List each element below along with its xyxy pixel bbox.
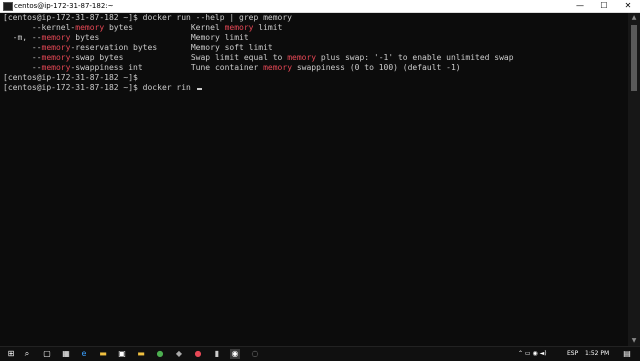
match-highlight: memory xyxy=(41,33,71,42)
option-description: plus swap: '-1' to enable unlimited swap xyxy=(316,53,514,62)
app-icon[interactable]: ◌ xyxy=(250,349,260,359)
vertical-scrollbar[interactable]: ▲ ▼ xyxy=(628,13,640,346)
option-text: -- xyxy=(3,53,42,62)
edge-icon[interactable]: e xyxy=(79,349,89,359)
file-explorer-icon[interactable]: ▬ xyxy=(98,349,108,359)
notification-icon[interactable]: ▤ xyxy=(622,349,632,359)
option-text: -reservation bytes xyxy=(70,43,191,52)
match-highlight: memory xyxy=(75,23,105,32)
terminal-line-option: --memory-swappiness int Tune container m… xyxy=(3,63,461,73)
command-input: [centos@ip-172-31-87-182 ~]$ docker rin xyxy=(3,83,196,92)
scroll-up-arrow-icon[interactable]: ▲ xyxy=(628,13,640,23)
minimize-button[interactable]: — xyxy=(568,0,592,12)
option-description: Memory limit xyxy=(190,33,249,42)
option-text: -- xyxy=(3,63,42,72)
option-text: bytes xyxy=(70,33,191,42)
text-cursor xyxy=(196,88,202,90)
language-indicator[interactable]: ESP xyxy=(567,347,578,361)
tray-icons[interactable]: ⌃ ▭ ◉ ◄) xyxy=(518,347,547,361)
windows-start-icon[interactable]: ⊞ xyxy=(6,349,16,359)
terminal-line-prompt: [centos@ip-172-31-87-182 ~]$ xyxy=(3,73,138,82)
terminal-line-input[interactable]: [centos@ip-172-31-87-182 ~]$ docker rin xyxy=(3,83,202,93)
option-description: Swap limit equal to xyxy=(190,53,288,62)
option-description: limit xyxy=(253,23,283,32)
terminal-line-option: -m, --memory bytes Memory limit xyxy=(3,33,249,43)
task-view-icon[interactable]: ▢ xyxy=(42,349,52,359)
option-description: Kernel xyxy=(190,23,225,32)
terminal-app-icon xyxy=(3,2,13,11)
maximize-button[interactable]: ☐ xyxy=(592,0,616,12)
option-text: --kernel- xyxy=(3,23,76,32)
search-icon[interactable]: ⌕ xyxy=(22,349,32,359)
scroll-down-arrow-icon[interactable]: ▼ xyxy=(628,336,640,346)
folder-icon[interactable]: ▬ xyxy=(136,349,146,359)
option-text: -- xyxy=(3,43,42,52)
option-description: Tune container xyxy=(190,63,264,72)
option-text: bytes xyxy=(104,23,191,32)
vm-icon[interactable]: ▮ xyxy=(212,349,222,359)
chrome-icon[interactable]: ● xyxy=(155,349,165,359)
window-title: centos@ip-172-31-87-182:~ xyxy=(14,2,114,10)
option-description: Memory soft limit xyxy=(190,43,273,52)
match-highlight: memory xyxy=(41,53,71,62)
terminal-line-option: --kernel-memory bytes Kernel memory limi… xyxy=(3,23,283,33)
clock[interactable]: 1:52 PM xyxy=(585,347,609,361)
media-icon[interactable]: ◆ xyxy=(174,349,184,359)
match-highlight: memory xyxy=(263,63,293,72)
option-description: swappiness (0 to 100) (default -1) xyxy=(292,63,461,72)
terminal-line-command: [centos@ip-172-31-87-182 ~]$ docker run … xyxy=(3,13,292,22)
scroll-thumb[interactable] xyxy=(631,25,637,91)
match-highlight: memory xyxy=(287,53,317,62)
terminal-area[interactable]: [centos@ip-172-31-87-182 ~]$ docker run … xyxy=(0,13,628,346)
store-icon[interactable]: ▣ xyxy=(117,349,127,359)
terminal-icon[interactable]: ◉ xyxy=(230,349,240,359)
match-highlight: memory xyxy=(41,63,71,72)
terminal-line-option: --memory-reservation bytes Memory soft l… xyxy=(3,43,273,53)
option-text: -swappiness int xyxy=(70,63,191,72)
option-text: -m, -- xyxy=(3,33,42,42)
title-bar: centos@ip-172-31-87-182:~ — ☐ ✕ xyxy=(0,0,640,13)
match-highlight: memory xyxy=(224,23,254,32)
recorder-icon[interactable]: ● xyxy=(193,349,203,359)
terminal-line-option: --memory-swap bytes Swap limit equal to … xyxy=(3,53,514,63)
close-button[interactable]: ✕ xyxy=(616,0,640,12)
taskbar: ⊞ ⌕ ▢ ▦ e ▬ ▣ ▬ ● ◆ ● ▮ ◉ ◌ ⌃ ▭ ◉ ◄) ESP… xyxy=(0,346,640,361)
taskbar-app-icon[interactable]: ▦ xyxy=(61,349,71,359)
option-text: -swap bytes xyxy=(70,53,191,62)
match-highlight: memory xyxy=(41,43,71,52)
